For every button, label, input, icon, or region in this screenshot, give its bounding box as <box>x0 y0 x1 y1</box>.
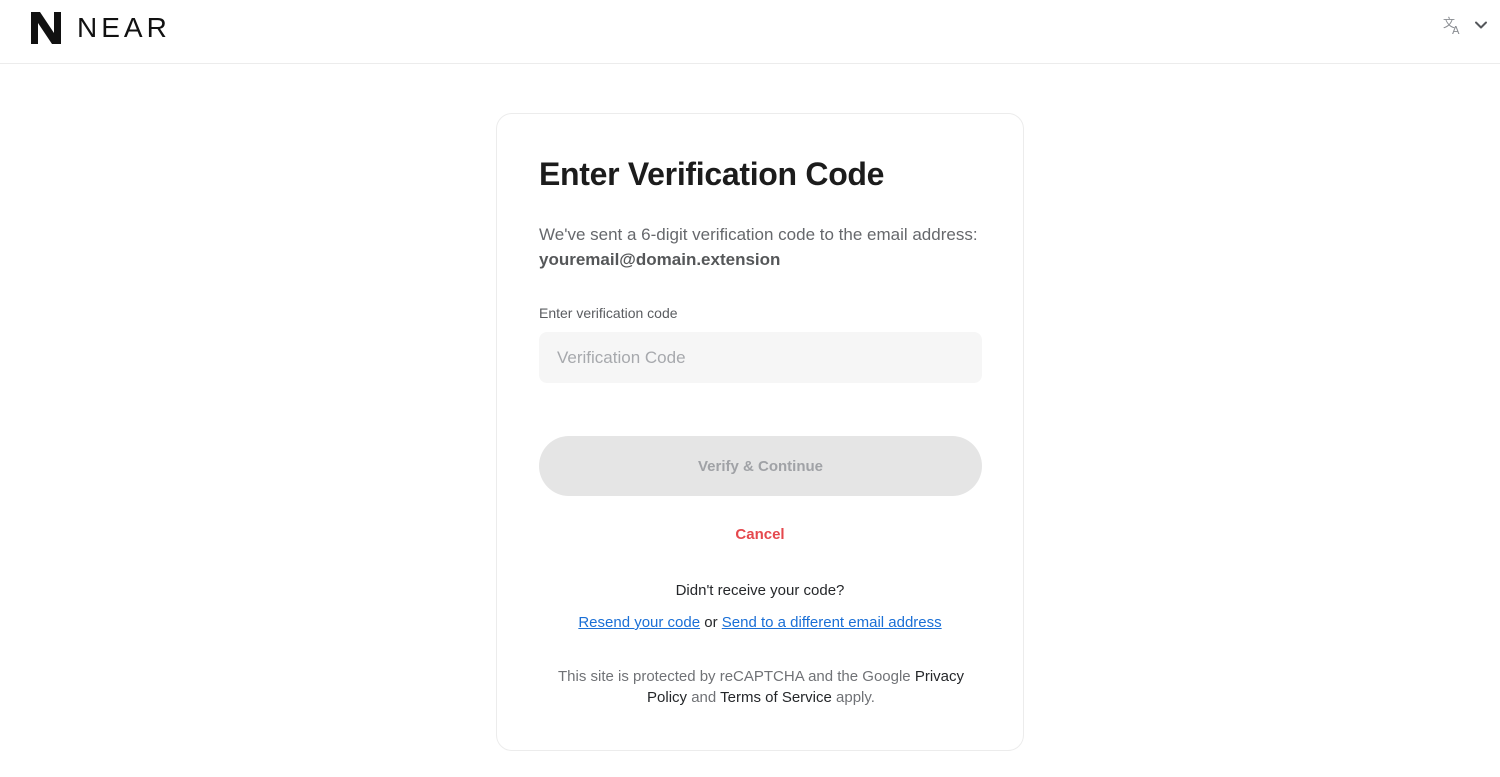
cancel-link[interactable]: Cancel <box>497 526 1023 543</box>
near-logo[interactable]: NEAR <box>27 9 171 47</box>
page-title: Enter Verification Code <box>539 156 885 192</box>
apply-text: apply. <box>836 689 875 706</box>
recaptcha-text: This site is protected by reCAPTCHA and … <box>557 668 911 685</box>
resend-question: Didn't receive your code? <box>675 582 845 599</box>
different-email-link[interactable]: Send to a different email address <box>722 614 942 631</box>
terms-of-service-link[interactable]: Terms of Service <box>720 689 832 706</box>
svg-text:A: A <box>1452 24 1460 36</box>
resend-code-link[interactable]: Resend your code <box>578 614 700 631</box>
verification-description: We've sent a 6-digit verification code t… <box>539 222 979 272</box>
verification-code-input[interactable] <box>539 332 982 383</box>
language-selector[interactable]: 文 A <box>1442 14 1488 36</box>
description-text: We've sent a 6-digit verification code t… <box>539 225 978 244</box>
top-header: NEAR 文 A <box>0 0 1500 64</box>
email-address: youremail@domain.extension <box>539 250 781 269</box>
near-logo-icon <box>31 12 61 44</box>
resend-options: Resend your code or Send to a different … <box>497 614 1023 631</box>
recaptcha-notice: This site is protected by reCAPTCHA and … <box>537 666 985 708</box>
verification-card: Enter Verification Code We've sent a 6-d… <box>496 113 1024 751</box>
and-text: and <box>691 689 717 706</box>
brand-name: NEAR <box>77 12 171 43</box>
chevron-down-icon <box>1475 21 1487 29</box>
verify-continue-button[interactable]: Verify & Continue <box>539 436 982 496</box>
verification-code-label: Enter verification code <box>539 305 678 321</box>
or-text: or <box>704 614 718 631</box>
translate-icon: 文 A <box>1443 15 1460 36</box>
